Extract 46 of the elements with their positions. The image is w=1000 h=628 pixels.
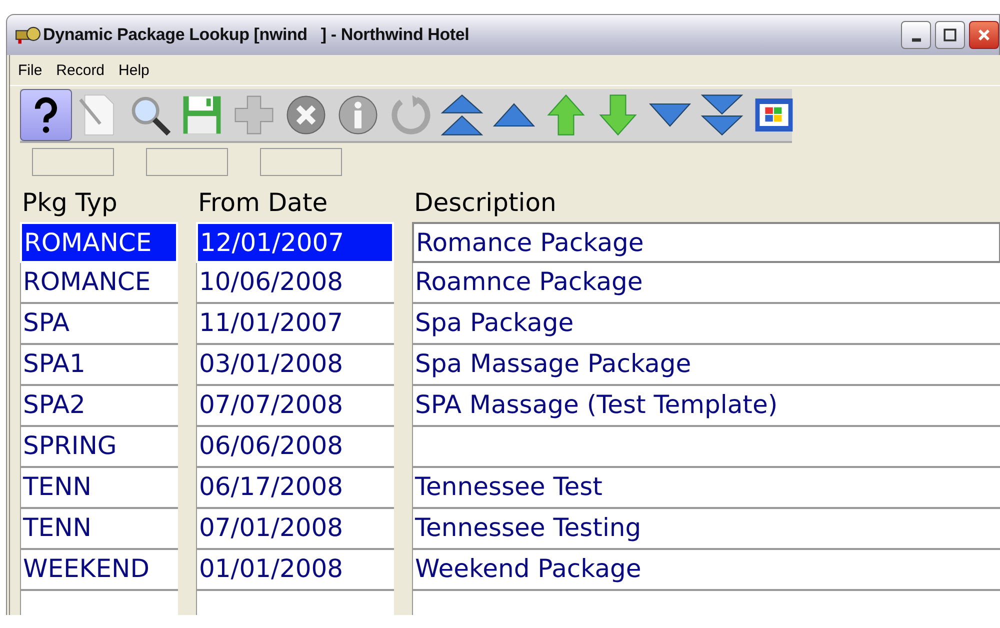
table-cell[interactable]: SPA Massage (Test Template) bbox=[412, 386, 1000, 427]
column-header: Description bbox=[413, 187, 558, 219]
table-cell[interactable]: ROMANCE bbox=[20, 263, 178, 304]
table-cell[interactable]: 01/01/2008 bbox=[196, 550, 394, 591]
table-cell[interactable]: Spa Massage Package bbox=[412, 345, 1000, 386]
table-cell[interactable]: Roamnce Package bbox=[412, 263, 1000, 304]
close-button[interactable] bbox=[969, 21, 999, 49]
table-cell[interactable]: 11/01/2007 bbox=[196, 304, 394, 345]
table-cell[interactable]: SPA2 bbox=[20, 386, 178, 427]
table-cell[interactable]: 06/17/2008 bbox=[196, 468, 394, 509]
table-cell[interactable]: ROMANCE bbox=[20, 222, 178, 263]
help-button[interactable] bbox=[20, 89, 72, 141]
table-cell[interactable]: Spa Package bbox=[412, 304, 1000, 345]
table-cell[interactable]: SPRING bbox=[20, 427, 178, 468]
table-cell[interactable]: TENN bbox=[20, 468, 178, 509]
minimize-icon bbox=[912, 38, 920, 42]
plus-icon bbox=[232, 93, 276, 137]
delete-icon bbox=[284, 93, 328, 137]
window-title: Dynamic Package Lookup [nwind ] - Northwind Hotel bbox=[43, 25, 470, 45]
menu-item[interactable]: File bbox=[18, 62, 42, 78]
table-cell[interactable]: Weekend Package bbox=[412, 550, 1000, 591]
table-cell[interactable]: SPA1 bbox=[20, 345, 178, 386]
table-cell[interactable]: TENN bbox=[20, 509, 178, 550]
menu-item[interactable]: Record bbox=[56, 62, 105, 78]
table-cell[interactable]: WEEKEND bbox=[20, 550, 178, 591]
column-header: Pkg Typ bbox=[21, 187, 118, 219]
info-icon bbox=[336, 93, 380, 137]
table-cell[interactable]: 03/01/2008 bbox=[196, 345, 394, 386]
table-cell[interactable]: 06/06/2008 bbox=[196, 427, 394, 468]
table-cell[interactable]: 07/01/2008 bbox=[196, 509, 394, 550]
table-cell[interactable]: Tennessee Testing bbox=[412, 509, 1000, 550]
column-header: From Date bbox=[197, 187, 329, 219]
key-icon bbox=[15, 24, 41, 46]
table-cell[interactable]: 07/07/2008 bbox=[196, 386, 394, 427]
double-down-icon bbox=[700, 93, 744, 137]
table-cell[interactable]: 10/06/2008 bbox=[196, 263, 394, 304]
table-cell[interactable] bbox=[412, 427, 1000, 468]
table-cell[interactable]: Tennessee Test bbox=[412, 468, 1000, 509]
double-up-icon bbox=[440, 93, 484, 137]
menu-item[interactable]: Help bbox=[118, 62, 150, 78]
maximize-icon bbox=[941, 26, 959, 44]
maximize-button[interactable] bbox=[935, 21, 965, 49]
table-cell[interactable]: 12/01/2007 bbox=[196, 222, 394, 263]
table-cell[interactable]: SPA bbox=[20, 304, 178, 345]
minimize-button[interactable] bbox=[901, 21, 931, 49]
table-cell[interactable]: Romance Package bbox=[412, 222, 1000, 263]
